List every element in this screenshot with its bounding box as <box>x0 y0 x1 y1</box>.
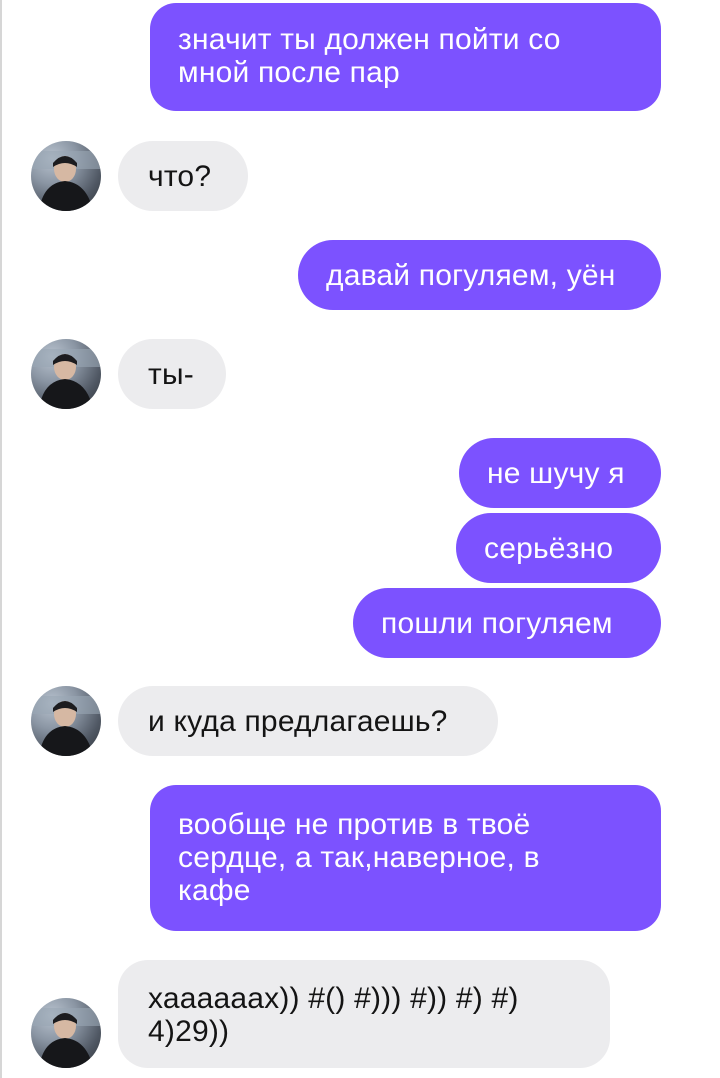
contact-avatar[interactable] <box>31 141 101 211</box>
message-bubble-outgoing[interactable]: серьёзно <box>456 513 661 583</box>
message-bubble-outgoing[interactable]: давай погуляем, уён <box>298 240 661 310</box>
message-bubble-outgoing[interactable]: не шучу я <box>459 438 661 508</box>
message-bubble-incoming[interactable]: что? <box>118 141 248 211</box>
avatar-photo-icon <box>31 151 101 211</box>
message-bubble-outgoing[interactable]: пошли погуляем <box>353 588 661 658</box>
message-bubble-outgoing[interactable]: значит ты должен пойти со мной после пар <box>150 3 661 111</box>
message-bubble-incoming[interactable]: ты- <box>118 339 226 409</box>
message-bubble-incoming[interactable]: и куда предлагаешь? <box>118 686 498 756</box>
contact-avatar[interactable] <box>31 686 101 756</box>
avatar-photo-icon <box>31 696 101 756</box>
contact-avatar[interactable] <box>31 339 101 409</box>
chat-thread[interactable]: значит ты должен пойти со мной после пар… <box>0 0 720 1078</box>
avatar-photo-icon <box>31 349 101 409</box>
avatar-photo-icon <box>31 1008 101 1068</box>
message-bubble-incoming[interactable]: хаааааах)) #() #))) #)) #) #) 4)29)) <box>118 960 610 1068</box>
contact-avatar[interactable] <box>31 998 101 1068</box>
message-bubble-outgoing[interactable]: вообще не против в твоё сердце, а так,на… <box>150 785 661 931</box>
